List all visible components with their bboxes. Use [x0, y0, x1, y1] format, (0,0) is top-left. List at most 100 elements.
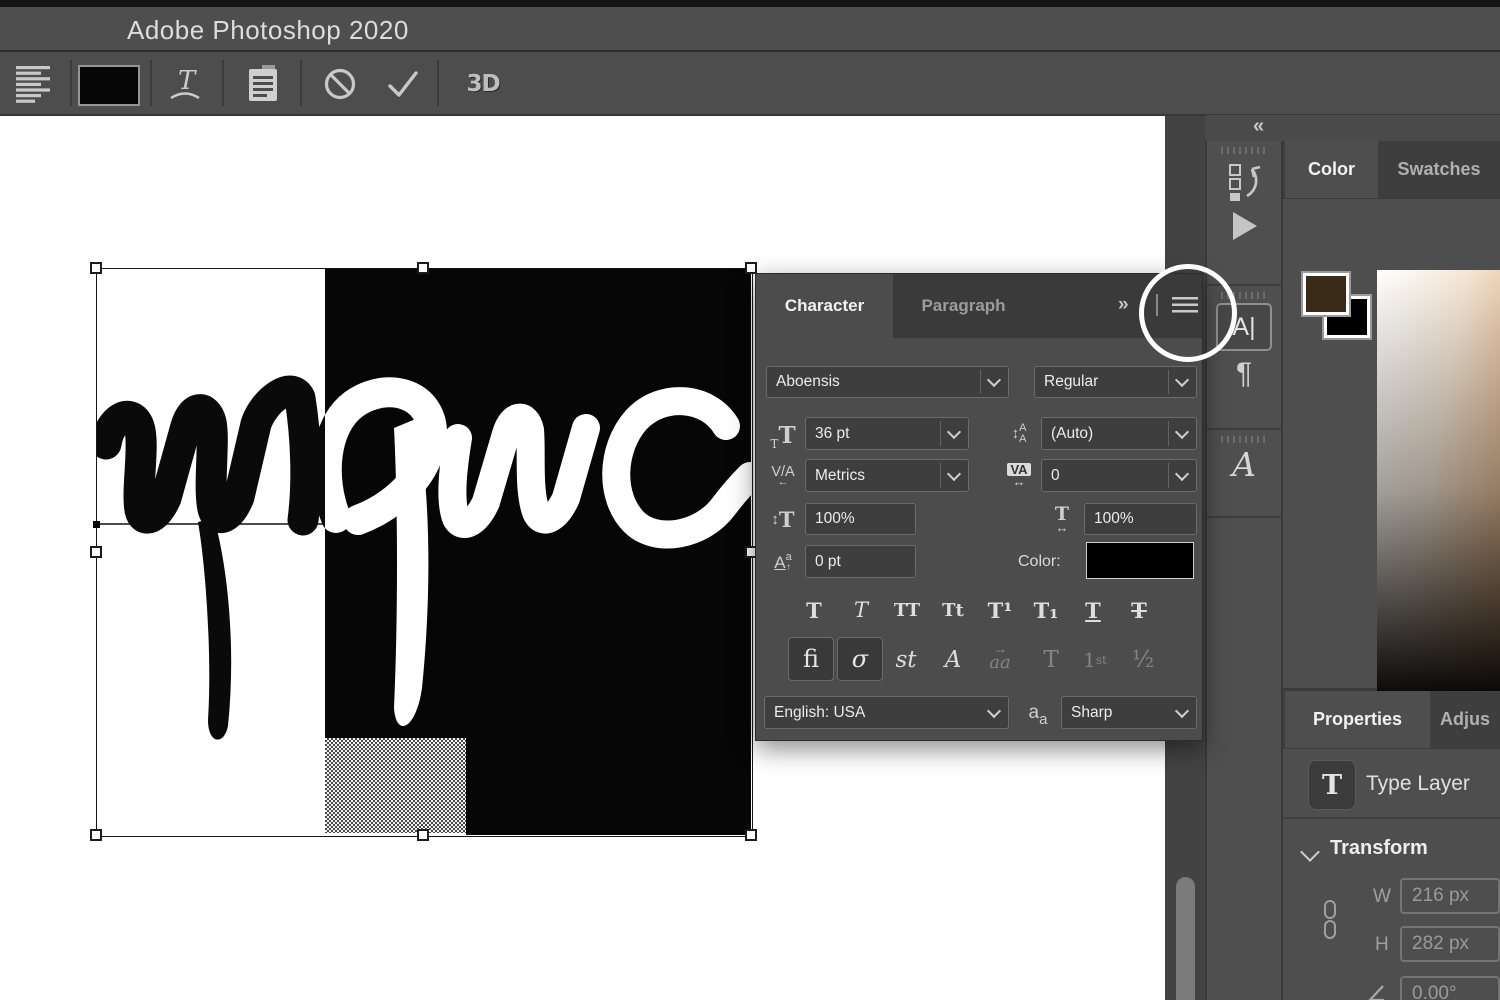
tab-character[interactable]: Character [756, 274, 893, 338]
fractions-toggle[interactable]: ½ [1121, 638, 1165, 682]
options-separator [300, 60, 302, 106]
subscript-toggle[interactable]: T₁ [1026, 594, 1066, 626]
checkmark-icon [383, 65, 423, 103]
paragraph-panel-icon: ¶ [1236, 357, 1252, 390]
tab-paragraph[interactable]: Paragraph [893, 274, 1034, 338]
tab-color[interactable]: Color [1285, 141, 1378, 198]
transform-bounding-box[interactable] [96, 268, 753, 837]
color-gradient-field[interactable] [1377, 270, 1500, 708]
horizontal-scale-input[interactable]: 100% [1084, 503, 1197, 535]
swash-toggle[interactable]: σ [837, 637, 883, 681]
collapse-panels-icon[interactable]: « [1253, 115, 1264, 138]
language-select[interactable]: English: USA [764, 696, 1009, 729]
tab-properties[interactable]: Properties [1285, 691, 1430, 748]
glyphs-panel-button[interactable]: A [1207, 445, 1281, 484]
panel-grip[interactable] [1221, 147, 1267, 154]
leading-select[interactable]: (Auto) [1041, 417, 1197, 450]
paragraph-panel-button[interactable]: ¶ [1207, 357, 1281, 391]
ordinals-toggle[interactable]: 1st [1073, 638, 1117, 682]
chevron-down-icon [987, 373, 1001, 387]
align-left-button[interactable] [14, 64, 52, 104]
antialias-select[interactable]: Sharp [1061, 696, 1197, 729]
tab-adjustments[interactable]: Adjus [1430, 691, 1500, 748]
type-color-swatch[interactable] [1086, 542, 1194, 579]
vertical-scrollbar[interactable] [1176, 877, 1195, 1000]
photoshop-window: Adobe Photoshop 2020 T [0, 0, 1500, 1000]
faux-bold-toggle[interactable]: T [794, 594, 834, 626]
dock-group-history [1207, 147, 1281, 286]
toggle-panels-button[interactable] [243, 63, 283, 105]
width-label: W [1373, 886, 1391, 908]
dock-icon-column: A| ¶ A [1205, 141, 1283, 1000]
kerning-select[interactable]: Metrics [805, 459, 969, 492]
rotate-angle-icon [1366, 984, 1386, 1000]
panel-overflow-icon[interactable]: » [1118, 294, 1127, 316]
transform-section-label: Transform [1330, 837, 1428, 860]
text-color-swatch[interactable] [78, 65, 140, 106]
chevron-down-icon [947, 424, 961, 438]
warp-text-icon: T [166, 65, 204, 103]
app-title: Adobe Photoshop 2020 [127, 15, 409, 46]
font-family-select[interactable]: Aboensis [766, 366, 1009, 398]
width-field[interactable]: 216 px [1400, 878, 1500, 914]
properties-panel-body: T Type Layer Transform W 216 px H 282 px [1283, 749, 1500, 1000]
link-dimensions-icon[interactable] [1320, 899, 1340, 941]
height-field[interactable]: 282 px [1400, 926, 1500, 962]
align-left-icon [16, 65, 50, 103]
transform-handle-top-left[interactable] [90, 262, 102, 274]
baseline-shift-input[interactable]: 0 pt [805, 545, 916, 578]
transform-handle-bottom-right[interactable] [745, 829, 757, 841]
all-caps-toggle[interactable]: TT [887, 594, 927, 626]
baseline-anchor [93, 521, 100, 528]
options-separator [70, 60, 72, 106]
stylistic-alternates-toggle[interactable]: A [931, 638, 975, 682]
ligatures-toggle[interactable]: fi [788, 637, 834, 681]
annotation-circle [1139, 264, 1237, 362]
underline-toggle[interactable]: T [1073, 594, 1113, 626]
strikethrough-toggle[interactable]: T [1119, 594, 1159, 626]
transform-handle-bottom-left[interactable] [90, 829, 102, 841]
baseline-shift-icon: A a↑ [764, 546, 802, 578]
threed-button[interactable]: 3D [463, 66, 503, 102]
color-label: Color: [1018, 553, 1061, 571]
leading-icon: ↕ AA [999, 417, 1039, 450]
discretionary-ligatures-toggle[interactable]: st [884, 638, 928, 682]
actions-panel-button[interactable] [1207, 202, 1281, 244]
chevron-down-icon [1175, 424, 1189, 438]
tracking-select[interactable]: 0 [1041, 459, 1197, 492]
transform-collapse-chevron[interactable] [1300, 842, 1320, 862]
chevron-down-icon [1175, 373, 1189, 387]
layer-type-label: Type Layer [1366, 772, 1470, 796]
panels-icon [244, 64, 282, 104]
chevron-down-icon [1175, 466, 1189, 480]
angle-field[interactable]: 0.00° [1400, 976, 1500, 1000]
glyphs-panel-icon: A [1232, 445, 1256, 484]
font-size-select[interactable]: 36 pt [805, 417, 969, 450]
vertical-scale-input[interactable]: 100% [805, 503, 916, 535]
character-panel-tabbar: Character Paragraph » [756, 274, 1202, 338]
cancel-edits-button[interactable] [320, 64, 360, 104]
options-separator [150, 60, 152, 106]
section-divider [1283, 817, 1500, 819]
transform-handle-bottom-center[interactable] [417, 829, 429, 841]
contextual-alternates-toggle[interactable]: →aa [978, 638, 1022, 682]
foreground-color-swatch[interactable] [1303, 273, 1349, 315]
panel-grip[interactable] [1221, 436, 1267, 443]
color-panel-tabbar: Color Swatches [1283, 141, 1500, 199]
transform-handle-top-center[interactable] [417, 262, 429, 274]
superscript-toggle[interactable]: T¹ [980, 594, 1020, 626]
font-style-select[interactable]: Regular [1034, 366, 1197, 398]
titling-alternates-toggle[interactable]: T [1029, 638, 1073, 682]
commit-edits-button[interactable] [382, 64, 424, 104]
title-bar: Adobe Photoshop 2020 [0, 7, 1500, 52]
threed-icon: 3D [466, 71, 499, 97]
transform-handle-middle-left[interactable] [90, 546, 102, 558]
small-caps-toggle[interactable]: Tt [933, 594, 973, 626]
faux-italic-toggle[interactable]: T [841, 594, 881, 626]
type-layer-icon-box: T [1308, 760, 1356, 810]
warp-text-button[interactable]: T [165, 64, 205, 104]
chevron-down-icon [1175, 703, 1189, 717]
kerning-icon: V/A ← [764, 460, 802, 493]
history-panel-button[interactable] [1207, 156, 1281, 202]
tab-swatches[interactable]: Swatches [1378, 141, 1500, 198]
